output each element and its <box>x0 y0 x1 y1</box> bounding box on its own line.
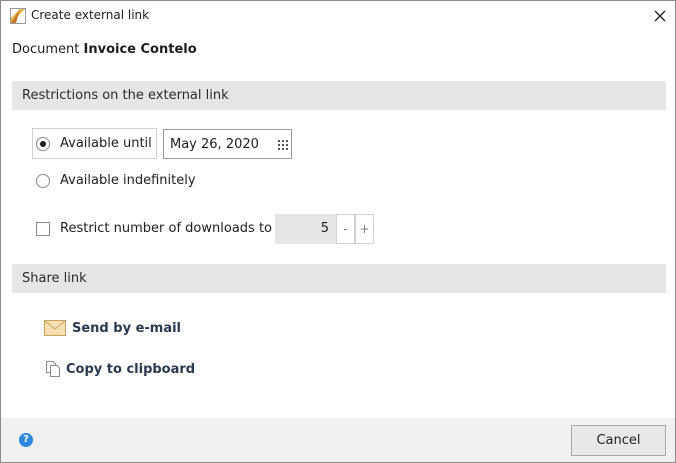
expiry-date-field[interactable]: May 26, 2020 <box>163 129 292 159</box>
help-icon[interactable]: ? <box>19 433 33 447</box>
copy-to-clipboard-label: Copy to clipboard <box>66 361 196 377</box>
download-limit-input[interactable]: 5 <box>275 214 336 244</box>
copy-icon <box>46 361 60 377</box>
restrict-downloads-label[interactable]: Restrict number of downloads to <box>60 221 272 236</box>
expiry-date-value: May 26, 2020 <box>170 137 259 152</box>
download-limit-value: 5 <box>320 221 329 236</box>
increment-button[interactable]: + <box>355 214 374 244</box>
available-until-radio[interactable] <box>36 137 50 151</box>
document-prefix: Document <box>12 42 80 57</box>
send-by-email-label: Send by e-mail <box>72 320 182 336</box>
send-by-email-link[interactable]: Send by e-mail <box>44 320 181 336</box>
close-button[interactable] <box>649 5 671 27</box>
available-indefinitely-radio[interactable] <box>36 174 50 188</box>
envelope-icon <box>44 320 66 336</box>
restrictions-heading: Restrictions on the external link <box>12 81 666 110</box>
share-link-heading: Share link <box>12 264 666 293</box>
window-title: Create external link <box>31 8 150 22</box>
decrement-button[interactable]: - <box>336 214 355 244</box>
document-line: Document Invoice Contelo <box>12 42 197 57</box>
document-name: Invoice Contelo <box>83 42 197 57</box>
document-icon <box>10 8 26 24</box>
title-bar: Create external link <box>1 1 675 32</box>
restrict-downloads-checkbox[interactable] <box>36 222 50 236</box>
cancel-button[interactable]: Cancel <box>571 425 666 456</box>
create-external-link-dialog: Create external link Document Invoice Co… <box>0 0 676 463</box>
close-icon <box>654 10 666 22</box>
dialog-footer: ? Cancel <box>1 418 675 462</box>
copy-to-clipboard-link[interactable]: Copy to clipboard <box>44 361 195 377</box>
available-indefinitely-label[interactable]: Available indefinitely <box>60 173 196 188</box>
calendar-icon[interactable] <box>277 139 289 151</box>
available-until-label[interactable]: Available until <box>60 136 152 151</box>
